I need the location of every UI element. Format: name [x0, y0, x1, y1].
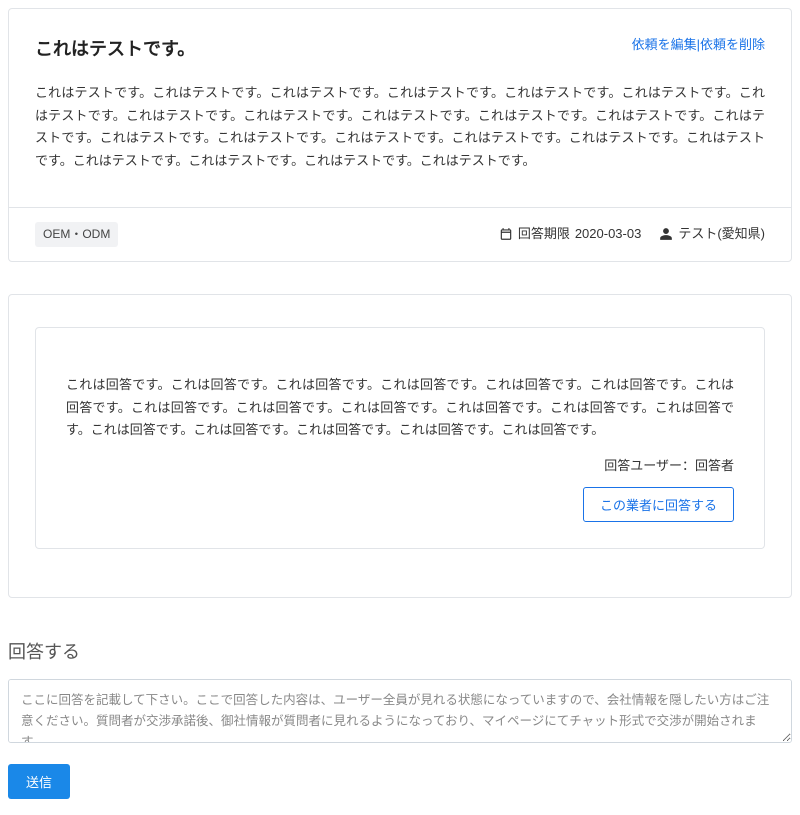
request-header: これはテストです。 依頼を編集|依頼を削除 [35, 35, 765, 64]
submit-button[interactable]: 送信 [8, 764, 70, 799]
delete-request-link[interactable]: 依頼を削除 [700, 37, 765, 52]
reply-to-vendor-button[interactable]: この業者に回答する [583, 487, 734, 522]
calendar-icon [499, 227, 513, 241]
user-label: テスト(愛知県) [678, 224, 765, 245]
reply-section: 回答する 送信 [8, 638, 792, 807]
deadline-label: 回答期限 [518, 224, 570, 245]
reply-heading: 回答する [8, 638, 792, 667]
request-body: これはテストです。これはテストです。これはテストです。これはテストです。これはテ… [35, 82, 765, 173]
request-card: これはテストです。 依頼を編集|依頼を削除 これはテストです。これはテストです。… [8, 8, 792, 262]
user-meta: テスト(愛知県) [659, 224, 765, 245]
answer-body: これは回答です。これは回答です。これは回答です。これは回答です。これは回答です。… [66, 374, 734, 442]
request-meta: OEM・ODM 回答期限 2020-03-03 テスト(愛知県) [9, 208, 791, 261]
answer-user-label: 回答ユーザー：回答者 [66, 456, 734, 477]
request-title: これはテストです。 [35, 35, 195, 64]
deadline-meta: 回答期限 2020-03-03 [499, 224, 642, 245]
category-tag: OEM・ODM [35, 222, 118, 247]
reply-textarea[interactable] [8, 679, 792, 744]
edit-request-link[interactable]: 依頼を編集 [632, 37, 697, 52]
request-actions: 依頼を編集|依頼を削除 [632, 35, 765, 56]
user-icon [659, 227, 673, 241]
deadline-value: 2020-03-03 [575, 224, 642, 245]
answer-item: これは回答です。これは回答です。これは回答です。これは回答です。これは回答です。… [35, 327, 765, 549]
answers-card: これは回答です。これは回答です。これは回答です。これは回答です。これは回答です。… [8, 294, 792, 598]
